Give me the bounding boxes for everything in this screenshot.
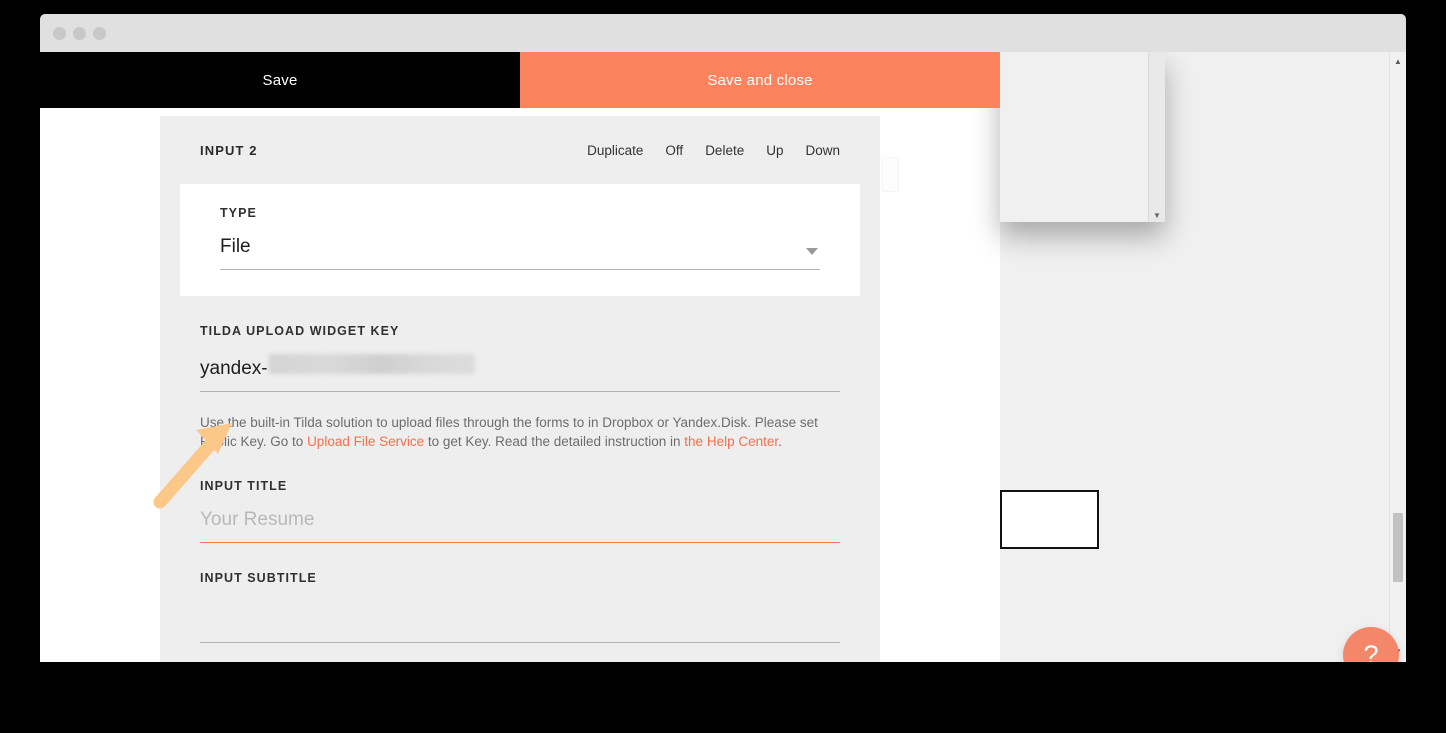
- page-title: INPUT 2: [200, 142, 258, 158]
- widget-key-label: TILDA UPLOAD WIDGET KEY: [200, 324, 400, 338]
- type-field-card: TYPE File: [180, 184, 860, 296]
- screen-root: ▼ Save Save and close INPUT 2 Duplicate …: [0, 0, 1446, 733]
- scrollbar-up-arrow-icon[interactable]: ▲: [1390, 54, 1406, 70]
- modal-action-bar: Save Save and close: [40, 52, 1406, 108]
- triangle-down-icon[interactable]: ▼: [1153, 212, 1161, 220]
- input-subtitle-input[interactable]: [200, 601, 840, 643]
- widget-key-value-prefix: yandex-: [200, 358, 268, 379]
- action-bar-spacer: [1000, 52, 1406, 108]
- redacted-value-block: [268, 354, 475, 374]
- window-minimize-button[interactable]: [73, 27, 86, 40]
- input-title-placeholder: Your Resume: [200, 509, 315, 530]
- duplicate-button[interactable]: Duplicate: [587, 143, 643, 158]
- help-center-link[interactable]: the Help Center: [684, 434, 778, 449]
- window-close-button[interactable]: [53, 27, 66, 40]
- modal-header: INPUT 2 Duplicate Off Delete Up Down: [160, 116, 880, 184]
- widget-key-input[interactable]: yandex-: [200, 354, 840, 392]
- chevron-down-icon[interactable]: [806, 248, 818, 255]
- help-text-part-3: .: [778, 433, 782, 449]
- move-up-button[interactable]: Up: [766, 143, 783, 158]
- modal-header-actions: Duplicate Off Delete Up Down: [587, 143, 840, 158]
- save-and-close-button[interactable]: Save and close: [520, 52, 1000, 108]
- input-title-label: INPUT TITLE: [200, 479, 288, 493]
- browser-title-bar: [40, 14, 1406, 52]
- input-subtitle-field-group: INPUT SUBTITLE: [200, 543, 840, 643]
- delete-button[interactable]: Delete: [705, 143, 744, 158]
- help-text-part-2: to get Key. Read the detailed instructio…: [424, 433, 685, 449]
- type-select-value: File: [220, 236, 251, 257]
- input-subtitle-label: INPUT SUBTITLE: [200, 571, 317, 585]
- widget-key-help-text: Use the built-in Tilda solution to uploa…: [200, 414, 840, 451]
- move-down-button[interactable]: Down: [805, 143, 840, 158]
- off-button[interactable]: Off: [665, 143, 683, 158]
- widget-key-field-group: TILDA UPLOAD WIDGET KEY yandex- Use the …: [200, 296, 840, 451]
- traffic-light-buttons: [53, 27, 106, 40]
- input-title-input[interactable]: Your Resume: [200, 509, 840, 543]
- window-maximize-button[interactable]: [93, 27, 106, 40]
- type-field-label: TYPE: [220, 206, 257, 220]
- input-title-field-group: INPUT TITLE Your Resume: [200, 451, 840, 543]
- background-outlined-box: [1000, 490, 1099, 549]
- page-scrollbar[interactable]: ▲ ▼: [1389, 52, 1406, 662]
- scrollbar-thumb[interactable]: [1393, 513, 1403, 582]
- upload-file-service-link[interactable]: Upload File Service: [307, 434, 424, 449]
- save-button[interactable]: Save: [40, 52, 520, 108]
- input-settings-modal: INPUT 2 Duplicate Off Delete Up Down TYP…: [160, 116, 880, 662]
- page-viewport: ▼ Save Save and close INPUT 2 Duplicate …: [40, 52, 1406, 662]
- type-select[interactable]: File: [220, 236, 820, 270]
- background-placeholder-box: [882, 157, 899, 192]
